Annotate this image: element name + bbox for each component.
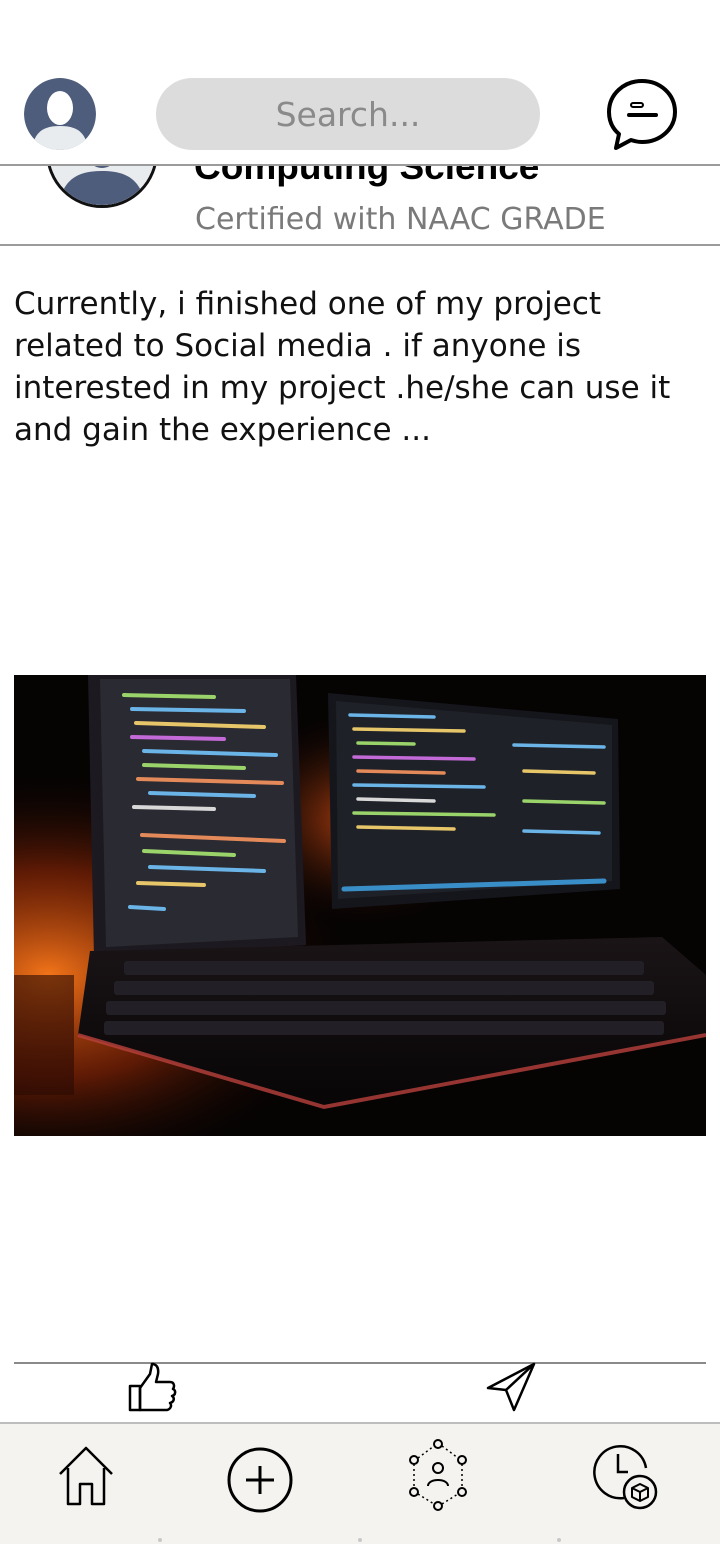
plus-circle-icon <box>227 1447 293 1513</box>
like-button[interactable] <box>124 1362 180 1414</box>
profile-avatar[interactable] <box>24 78 96 150</box>
bottom-navigation <box>0 1422 720 1544</box>
clock-box-icon <box>593 1445 658 1510</box>
post-header-divider <box>0 244 720 246</box>
nav-history[interactable] <box>584 1434 664 1514</box>
thumbs-up-icon <box>128 1362 177 1412</box>
gesture-dot <box>557 1538 561 1542</box>
avatar-icon <box>49 166 155 205</box>
chat-bubble-icon <box>607 79 677 150</box>
actions-divider <box>14 1362 706 1364</box>
post-author-name[interactable]: Computing Science <box>194 166 539 188</box>
send-icon <box>486 1362 536 1412</box>
avatar-icon <box>24 78 96 150</box>
chat-button[interactable] <box>604 76 680 152</box>
home-icon <box>59 1446 113 1506</box>
post-author-subtitle: Certified with NAAC GRADE <box>195 202 606 237</box>
post-text: Currently, i finished one of my project … <box>14 286 671 448</box>
search-input[interactable] <box>156 78 540 150</box>
nav-home[interactable] <box>46 1434 126 1514</box>
post-image[interactable] <box>14 675 706 1136</box>
share-button[interactable] <box>484 1362 542 1414</box>
gesture-dot <box>358 1538 362 1542</box>
post-author-avatar[interactable] <box>46 166 158 208</box>
nav-network[interactable] <box>398 1434 478 1514</box>
people-network-icon <box>409 1439 467 1511</box>
nav-add-post[interactable] <box>220 1434 300 1514</box>
gesture-dot <box>158 1538 162 1542</box>
post-header[interactable]: Computing Science Certified with NAAC GR… <box>0 166 720 244</box>
